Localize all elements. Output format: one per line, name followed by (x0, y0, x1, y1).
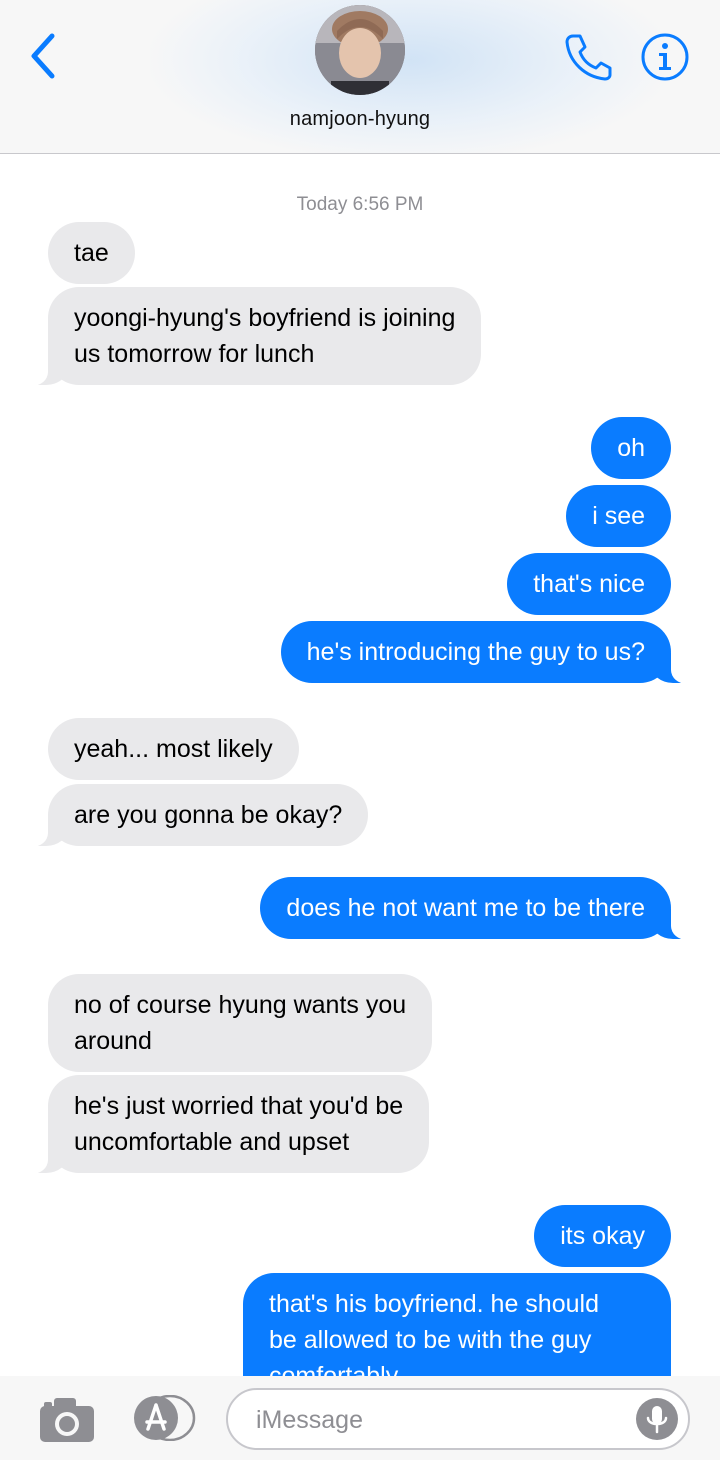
message-text: are you gonna be okay? (74, 801, 343, 829)
message-placeholder: iMessage (256, 1406, 363, 1434)
message-text: be allowed to be with the guy (269, 1326, 592, 1354)
message-text: its okay (560, 1222, 645, 1250)
outgoing-message[interactable]: he's introducing the guy to us? (280, 621, 694, 684)
message-text: i see (592, 502, 645, 530)
message-text: comfortably (269, 1362, 399, 1376)
message-text: tae (74, 239, 109, 267)
compose-bar: iMessage (0, 1376, 720, 1460)
app-store-icon[interactable] (130, 1394, 196, 1442)
back-chevron-icon[interactable] (22, 28, 66, 84)
outgoing-message[interactable]: its okay (534, 1205, 671, 1267)
message-text: oh (617, 434, 645, 462)
conversation-header: namjoon-hyung (0, 0, 720, 154)
camera-icon[interactable] (38, 1396, 96, 1444)
avatar[interactable] (315, 5, 405, 95)
phone-icon[interactable] (560, 30, 614, 84)
message-text: does he not want me to be there (286, 894, 645, 922)
info-icon[interactable] (640, 32, 690, 82)
incoming-message[interactable]: are you gonna be okay? (25, 784, 369, 847)
message-text: that's his boyfriend. he should (269, 1290, 599, 1318)
incoming-message[interactable]: tae (48, 222, 135, 284)
contact-name[interactable]: namjoon-hyung (0, 108, 720, 131)
outgoing-message[interactable]: oh (591, 417, 671, 479)
outgoing-message[interactable]: does he not want me to be there (260, 877, 693, 940)
message-text: yeah... most likely (74, 735, 273, 763)
outgoing-message[interactable]: i see (566, 485, 671, 547)
outgoing-message[interactable]: that's his boyfriend. he should be allow… (243, 1273, 671, 1376)
microphone-icon[interactable] (636, 1398, 678, 1440)
message-text: us tomorrow for lunch (74, 340, 315, 368)
message-text: he's just worried that you'd be (74, 1092, 404, 1120)
message-text: that's nice (533, 570, 645, 598)
outgoing-message[interactable]: that's nice (507, 553, 671, 615)
message-input[interactable]: iMessage (226, 1388, 690, 1450)
incoming-message[interactable]: yeah... most likely (48, 718, 299, 780)
message-text: no of course hyung wants you (74, 991, 407, 1019)
message-text: he's introducing the guy to us? (306, 638, 645, 666)
incoming-message[interactable]: he's just worried that you'd be uncomfor… (25, 1075, 430, 1174)
incoming-message[interactable]: no of course hyung wants you around (48, 974, 433, 1072)
timestamp: Today 6:56 PM (296, 194, 424, 215)
message-text: uncomfortable and upset (74, 1128, 350, 1156)
message-text: around (74, 1027, 152, 1055)
message-text: yoongi-hyung's boyfriend is joining (74, 304, 456, 332)
incoming-message[interactable]: yoongi-hyung's boyfriend is joining us t… (25, 287, 482, 386)
message-thread[interactable]: Today 6:56 PM tae yoongi-hyung's boyfrie… (0, 154, 720, 1376)
